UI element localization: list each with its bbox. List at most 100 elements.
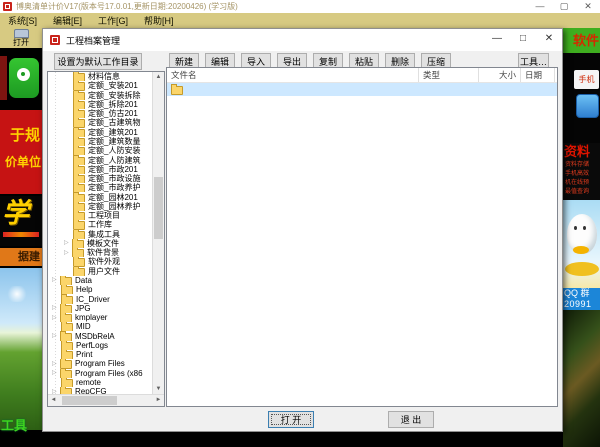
- tree-item[interactable]: 定额_园林养护: [48, 202, 153, 211]
- dialog-minimize-button[interactable]: —: [484, 29, 510, 51]
- expand-arrow-icon[interactable]: ▷: [64, 239, 72, 247]
- tree-item[interactable]: 软件外观: [48, 257, 153, 266]
- tree-item[interactable]: 定额_建筑201: [48, 128, 153, 137]
- menu-help[interactable]: 帮助[H]: [144, 14, 174, 27]
- ad-banner-orange[interactable]: 据建: [0, 248, 42, 266]
- tree-item[interactable]: 定额_人防安装: [48, 146, 153, 155]
- tree-item[interactable]: 定额_市政设施: [48, 174, 153, 183]
- tree-item[interactable]: 集成工具: [48, 230, 153, 239]
- column-header-name[interactable]: 文件名: [167, 68, 419, 82]
- tree-item[interactable]: 定额_古建筑物: [48, 118, 153, 127]
- column-header-date[interactable]: 日期: [521, 68, 555, 82]
- set-default-dir-button[interactable]: 设置为默认工作目录: [54, 53, 142, 70]
- tree-item[interactable]: 定额_安装201: [48, 81, 153, 90]
- scroll-left-icon[interactable]: ◄: [48, 395, 59, 406]
- main-open-button[interactable]: 打开: [13, 38, 29, 47]
- ad-photo-snake[interactable]: [563, 310, 600, 447]
- folder-icon: [73, 129, 85, 137]
- file-list-row[interactable]: [167, 83, 557, 96]
- tree-item[interactable]: MID: [48, 322, 153, 331]
- folder-icon: [73, 110, 85, 118]
- tree-item[interactable]: ▷Data: [48, 276, 153, 285]
- expand-arrow-icon[interactable]: ▷: [52, 304, 60, 312]
- tree-item-label: 定额_仿古201: [88, 109, 138, 118]
- main-minimize-button[interactable]: —: [528, 0, 552, 13]
- scroll-up-icon[interactable]: ▲: [153, 72, 164, 83]
- tree-item[interactable]: remote: [48, 378, 153, 387]
- tree-item[interactable]: 定额_园林201: [48, 192, 153, 201]
- tree-item[interactable]: ▷ Program Files: [48, 359, 153, 368]
- scrollbar-thumb[interactable]: [62, 396, 117, 405]
- column-header-size[interactable]: 大小: [479, 68, 521, 82]
- tree-item-label: 工作库: [88, 220, 112, 229]
- tree-item[interactable]: Print: [48, 350, 153, 359]
- dialog-titlebar[interactable]: 工程档案管理 — □ ✕: [43, 29, 562, 51]
- tree-item[interactable]: 工作库: [48, 220, 153, 229]
- tree-item-label: 软件背景: [87, 248, 119, 257]
- folder-icon: [73, 166, 85, 174]
- exit-button[interactable]: 退 出: [388, 411, 434, 428]
- ad-software-banner[interactable]: 软件: [563, 28, 600, 53]
- ad-photo-grass[interactable]: [0, 268, 42, 430]
- main-maximize-button[interactable]: ▢: [552, 0, 576, 13]
- tree-item[interactable]: ▷MSDbRelA: [48, 331, 153, 340]
- folder-icon: [73, 268, 85, 276]
- expand-arrow-icon[interactable]: ▷: [52, 332, 60, 340]
- tree-item[interactable]: 定额_市政201: [48, 165, 153, 174]
- scrollbar-thumb[interactable]: [154, 177, 163, 239]
- ad-ziliao-line: 机在线预: [563, 179, 600, 188]
- scroll-right-icon[interactable]: ►: [153, 395, 164, 406]
- open-button[interactable]: 打 开: [268, 411, 314, 428]
- folder-icon: [73, 203, 85, 211]
- tree-item[interactable]: 用户文件: [48, 267, 153, 276]
- menu-system[interactable]: 系统[S]: [8, 14, 37, 27]
- tree-item-label: Program Files: [75, 359, 125, 368]
- ad-banner-app[interactable]: [0, 52, 42, 108]
- tree-horizontal-scrollbar[interactable]: ◄ ►: [48, 394, 164, 406]
- folder-icon: [73, 157, 85, 165]
- expand-arrow-icon[interactable]: ▷: [52, 369, 60, 377]
- tree-item[interactable]: 定额_人防建筑: [48, 155, 153, 164]
- tree-item[interactable]: 工程项目: [48, 211, 153, 220]
- expand-arrow-icon[interactable]: ▷: [52, 314, 60, 322]
- tree-item[interactable]: 定额_市政养护: [48, 183, 153, 192]
- ad-qq-group[interactable]: QQ 群 20991: [563, 288, 600, 310]
- ad-banner-calligraphy[interactable]: 学: [0, 196, 42, 246]
- tree-item[interactable]: 定额_建筑数量: [48, 137, 153, 146]
- file-list-header[interactable]: 文件名类型大小日期: [167, 68, 557, 83]
- dialog-close-button[interactable]: ✕: [536, 29, 562, 51]
- ad-qq-duck-image[interactable]: [563, 200, 600, 288]
- menu-edit[interactable]: 编辑[E]: [53, 14, 82, 27]
- dialog-maximize-button[interactable]: □: [510, 29, 536, 51]
- tree-item[interactable]: ▷模板文件: [48, 239, 153, 248]
- ad-banner-red[interactable]: 于规 价单位: [0, 110, 42, 194]
- tree-item[interactable]: Help: [48, 285, 153, 294]
- folder-icon: [73, 212, 85, 220]
- expand-arrow-icon[interactable]: ▷: [52, 276, 60, 284]
- ad-xue-subtext-strip: [3, 232, 39, 237]
- tree-vertical-scrollbar[interactable]: ▲ ▼: [152, 72, 164, 395]
- ad-ziliao-banner[interactable]: 资料 资料存储手机高效机在线预最值查询: [563, 143, 600, 200]
- file-list: 文件名类型大小日期: [166, 67, 558, 407]
- main-close-button[interactable]: ✕: [576, 0, 600, 13]
- tree-item-label: Program Files (x86: [75, 369, 143, 378]
- tree-item[interactable]: PerfLogs: [48, 341, 153, 350]
- tree-item[interactable]: ▷kmplayer: [48, 313, 153, 322]
- menu-work[interactable]: 工作[G]: [98, 14, 128, 27]
- tree-item[interactable]: 定额_仿古201: [48, 109, 153, 118]
- tree-item[interactable]: 定额_拆除201: [48, 100, 153, 109]
- expand-arrow-icon[interactable]: ▷: [52, 360, 60, 368]
- tree-item-label: 定额_园林养护: [88, 202, 140, 211]
- tree-item[interactable]: 定额_安装拆除: [48, 91, 153, 100]
- expand-arrow-icon[interactable]: ▷: [64, 249, 72, 257]
- tree-item[interactable]: 材料信息: [48, 72, 153, 81]
- column-header-type[interactable]: 类型: [419, 68, 479, 82]
- tree-item-label: 材料信息: [88, 72, 120, 81]
- tree-item[interactable]: IC_Driver: [48, 294, 153, 303]
- tree-item[interactable]: ▷JPG: [48, 304, 153, 313]
- duck-eye: [583, 226, 586, 230]
- file-list-body: [167, 83, 557, 96]
- ad-phone-banner[interactable]: 手机: [563, 53, 600, 143]
- tree-item[interactable]: ▷ 软件背景: [48, 248, 153, 257]
- tree-item[interactable]: ▷ Program Files (x86: [48, 369, 153, 378]
